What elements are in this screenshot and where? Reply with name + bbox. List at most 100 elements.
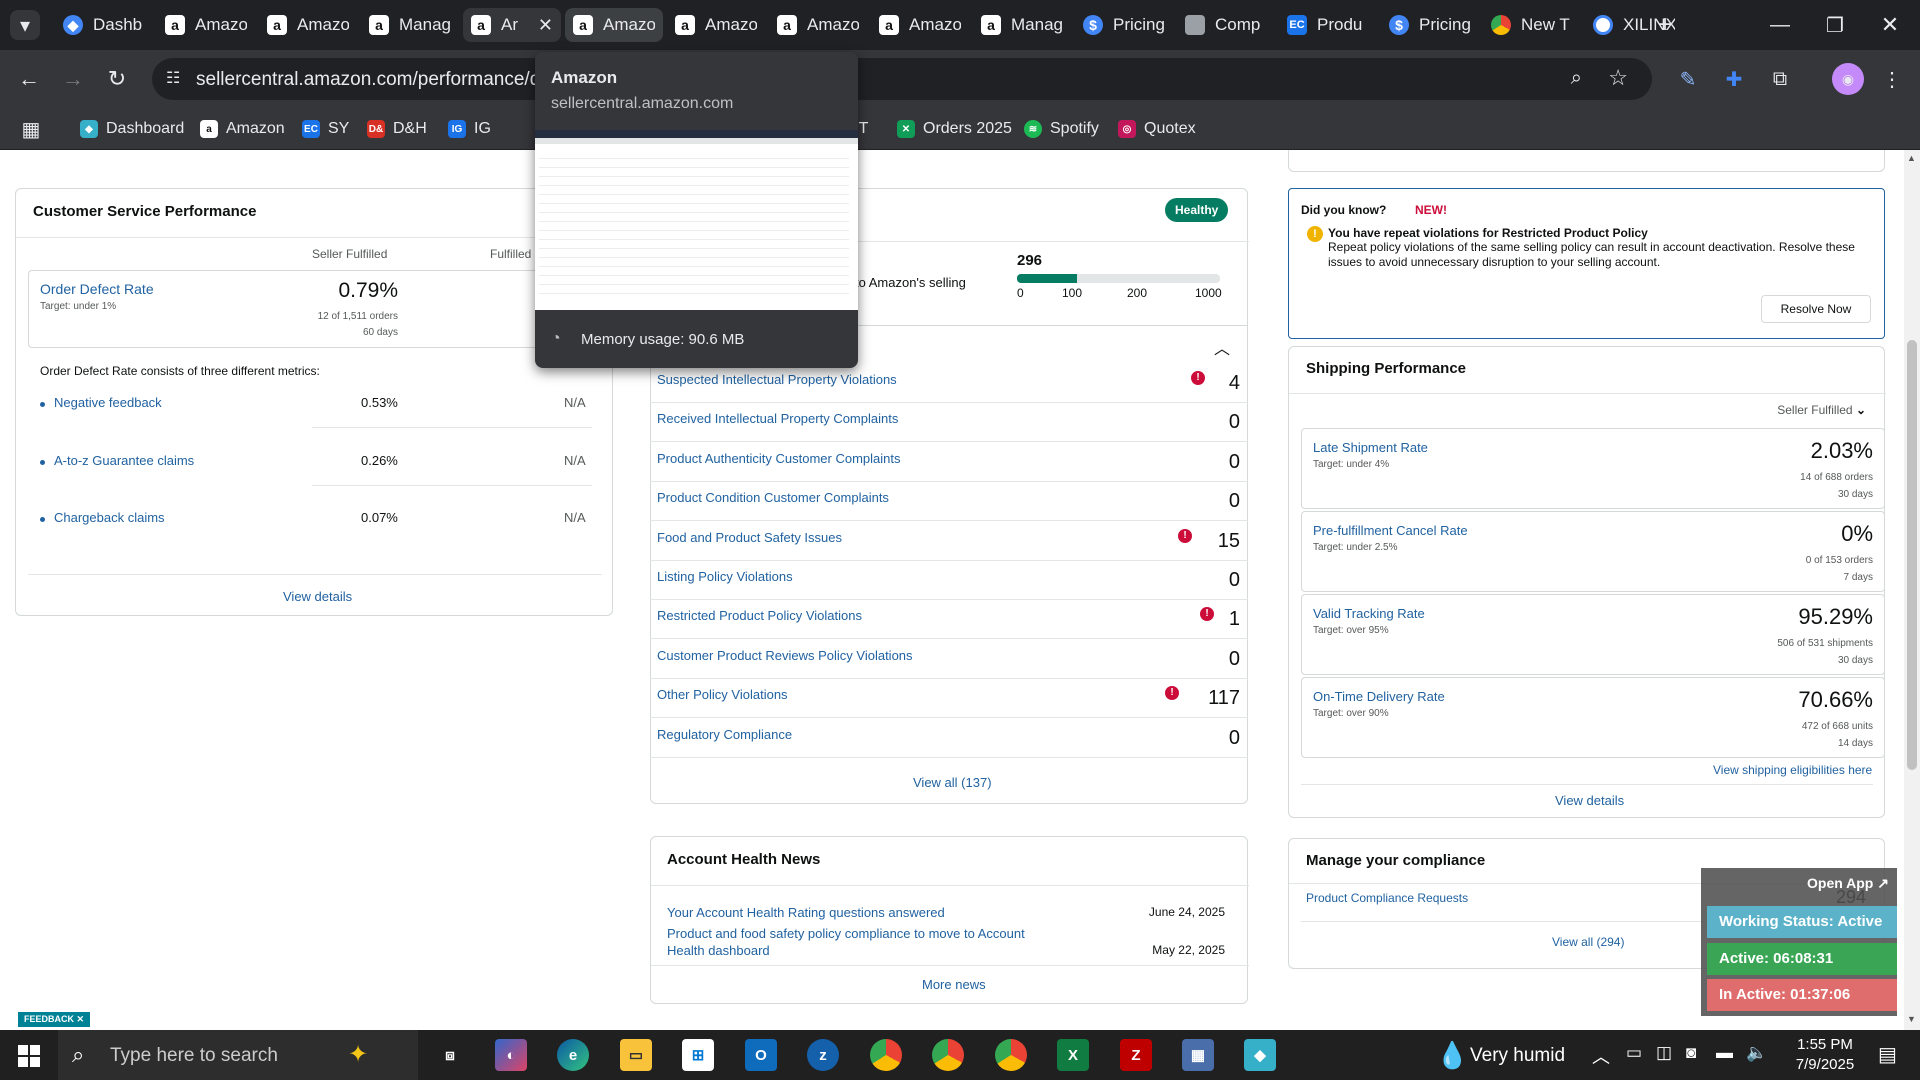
- bookmark-dashboard[interactable]: ◆ Dashboard: [80, 116, 184, 142]
- metric-link[interactable]: On-Time Delivery Rate: [1313, 689, 1445, 704]
- browser-tab[interactable]: a Amazo: [871, 8, 969, 42]
- extension-icon[interactable]: ✚: [1718, 63, 1750, 95]
- minimize-button[interactable]: —: [1760, 8, 1800, 42]
- view-details-link[interactable]: View details: [1555, 793, 1624, 808]
- metric-link[interactable]: A-to-z Guarantee claims: [54, 453, 194, 468]
- collapse-chevron-icon[interactable]: ︿: [1214, 335, 1232, 358]
- copilot-icon[interactable]: ◐: [495, 1039, 527, 1071]
- violation-link[interactable]: Other Policy Violations: [657, 687, 788, 702]
- windows-start-icon[interactable]: [18, 1045, 40, 1067]
- weather-text[interactable]: Very humid: [1470, 1045, 1565, 1067]
- bookmark-amazon[interactable]: a Amazon: [200, 116, 285, 142]
- browser-tab[interactable]: Comp: [1177, 8, 1275, 42]
- bookmark-sy[interactable]: EC SY: [302, 116, 349, 142]
- more-news-link[interactable]: More news: [922, 977, 986, 992]
- meet-icon[interactable]: ◫: [1656, 1043, 1672, 1063]
- violation-link[interactable]: Listing Policy Violations: [657, 569, 793, 584]
- zoho-icon[interactable]: z: [807, 1039, 839, 1071]
- scroll-thumb[interactable]: [1907, 340, 1917, 770]
- camera-icon[interactable]: ◙: [1686, 1043, 1696, 1063]
- menu-icon[interactable]: ⋮: [1876, 63, 1908, 95]
- extensions-puzzle-icon[interactable]: ⧉: [1764, 63, 1796, 95]
- store-icon[interactable]: ⊞: [682, 1039, 714, 1071]
- bookmark-dh[interactable]: D& D&H: [367, 116, 427, 142]
- app-icon[interactable]: ◆: [1244, 1039, 1276, 1071]
- bookmark-ig[interactable]: IG IG: [448, 116, 491, 142]
- violation-link[interactable]: Product Authenticity Customer Complaints: [657, 451, 901, 466]
- metric-link[interactable]: Pre-fulfillment Cancel Rate: [1313, 523, 1468, 538]
- profile-avatar[interactable]: ◉: [1832, 63, 1864, 95]
- weather-icon[interactable]: 💧: [1436, 1040, 1468, 1071]
- site-info-icon[interactable]: ☷: [166, 68, 186, 88]
- clock[interactable]: 1:55 PM 7/9/2025: [1780, 1035, 1870, 1075]
- close-tab-icon[interactable]: ✕: [538, 15, 553, 36]
- violation-link[interactable]: Customer Product Reviews Policy Violatio…: [657, 648, 913, 663]
- zoom-icon[interactable]: ⌕: [1571, 67, 1582, 90]
- outlook-icon[interactable]: O: [745, 1039, 777, 1071]
- network-icon[interactable]: ▭: [1626, 1043, 1642, 1063]
- bookmark-orders[interactable]: ✕ Orders 2025: [897, 116, 1012, 142]
- scroll-down-arrow[interactable]: ▼: [1907, 1014, 1916, 1024]
- view-details-link[interactable]: View details: [283, 589, 352, 604]
- browser-tab[interactable]: $ Pricing: [1381, 8, 1479, 42]
- violation-link[interactable]: Received Intellectual Property Complaint…: [657, 411, 898, 426]
- browser-tab[interactable]: New T: [1483, 8, 1581, 42]
- feedback-button[interactable]: FEEDBACK ✕: [18, 1012, 91, 1027]
- violation-link[interactable]: Product Condition Customer Complaints: [657, 490, 889, 505]
- reload-icon[interactable]: ↻: [100, 62, 134, 96]
- fulfillment-filter-dropdown[interactable]: Seller Fulfilled ⌄: [1777, 403, 1866, 417]
- browser-tab[interactable]: a Manag: [973, 8, 1071, 42]
- notifications-icon[interactable]: ▤: [1878, 1042, 1897, 1067]
- browser-tab[interactable]: a Amazo: [769, 8, 867, 42]
- browser-tab[interactable]: a Amazo: [667, 8, 765, 42]
- tab-search-button[interactable]: ▾: [10, 10, 40, 40]
- apps-grid-icon[interactable]: ▦: [18, 116, 44, 142]
- new-tab-button[interactable]: +: [1650, 8, 1680, 42]
- compliance-requests-link[interactable]: Product Compliance Requests: [1306, 891, 1468, 905]
- bookmark-quotex[interactable]: ◎ Quotex: [1118, 116, 1196, 142]
- edge-icon[interactable]: e: [557, 1039, 589, 1071]
- violation-link[interactable]: Restricted Product Policy Violations: [657, 608, 862, 623]
- chrome-icon[interactable]: [932, 1039, 964, 1071]
- battery-icon[interactable]: ▬: [1716, 1043, 1733, 1063]
- task-view-icon[interactable]: ⧈: [434, 1039, 466, 1071]
- browser-tab[interactable]: EC Produ: [1279, 8, 1377, 42]
- metric-link[interactable]: Chargeback claims: [54, 510, 165, 525]
- violation-link[interactable]: Suspected Intellectual Property Violatio…: [657, 372, 897, 387]
- resolve-now-button[interactable]: Resolve Now: [1761, 295, 1871, 323]
- violation-link[interactable]: Regulatory Compliance: [657, 727, 792, 742]
- extension-icon[interactable]: ✎: [1672, 63, 1704, 95]
- file-explorer-icon[interactable]: ▭: [620, 1039, 652, 1071]
- filezilla-icon[interactable]: Z: [1120, 1039, 1152, 1071]
- browser-tab[interactable]: a Ar ✕: [463, 8, 561, 42]
- url-text[interactable]: sellercentral.amazon.com/performance/das…: [196, 69, 571, 91]
- view-all-violations-link[interactable]: View all (137): [913, 775, 992, 790]
- news-link[interactable]: Your Account Health Rating questions ans…: [667, 905, 945, 920]
- news-link[interactable]: Product and food safety policy complianc…: [667, 925, 1057, 959]
- browser-tab[interactable]: a Amazo: [565, 8, 663, 42]
- volume-icon[interactable]: 🔈: [1746, 1043, 1767, 1063]
- close-window-button[interactable]: ✕: [1870, 8, 1910, 42]
- calculator-icon[interactable]: ▦: [1182, 1039, 1214, 1071]
- metric-link[interactable]: Late Shipment Rate: [1313, 440, 1428, 455]
- scroll-up-arrow[interactable]: ▲: [1907, 153, 1916, 163]
- tray-chevron-icon[interactable]: ︿: [1592, 1043, 1610, 1069]
- bookmark-spotify[interactable]: ≋ Spotify: [1024, 116, 1099, 142]
- violation-link[interactable]: Food and Product Safety Issues: [657, 530, 842, 545]
- forward-icon[interactable]: →: [56, 62, 90, 96]
- open-app-link[interactable]: Open App ↗: [1807, 875, 1889, 892]
- browser-tab[interactable]: ◆ Dashb: [55, 8, 153, 42]
- browser-tab[interactable]: a Amazo: [259, 8, 357, 42]
- page-scrollbar[interactable]: ▲ ▼: [1904, 150, 1920, 1030]
- taskbar-search-box[interactable]: ⌕ Type here to search ✦: [58, 1030, 418, 1080]
- back-icon[interactable]: ←: [12, 62, 46, 96]
- metric-link[interactable]: Negative feedback: [54, 395, 162, 410]
- browser-tab[interactable]: a Amazo: [157, 8, 255, 42]
- metric-link[interactable]: Valid Tracking Rate: [1313, 606, 1425, 621]
- chrome-icon[interactable]: [995, 1039, 1027, 1071]
- maximize-button[interactable]: ❐: [1815, 8, 1855, 42]
- shipping-eligibilities-link[interactable]: View shipping eligibilities here: [1713, 763, 1872, 777]
- browser-tab[interactable]: a Manag: [361, 8, 459, 42]
- address-bar[interactable]: ☷ sellercentral.amazon.com/performance/d…: [152, 58, 1652, 100]
- odr-link[interactable]: Order Defect Rate: [40, 281, 154, 297]
